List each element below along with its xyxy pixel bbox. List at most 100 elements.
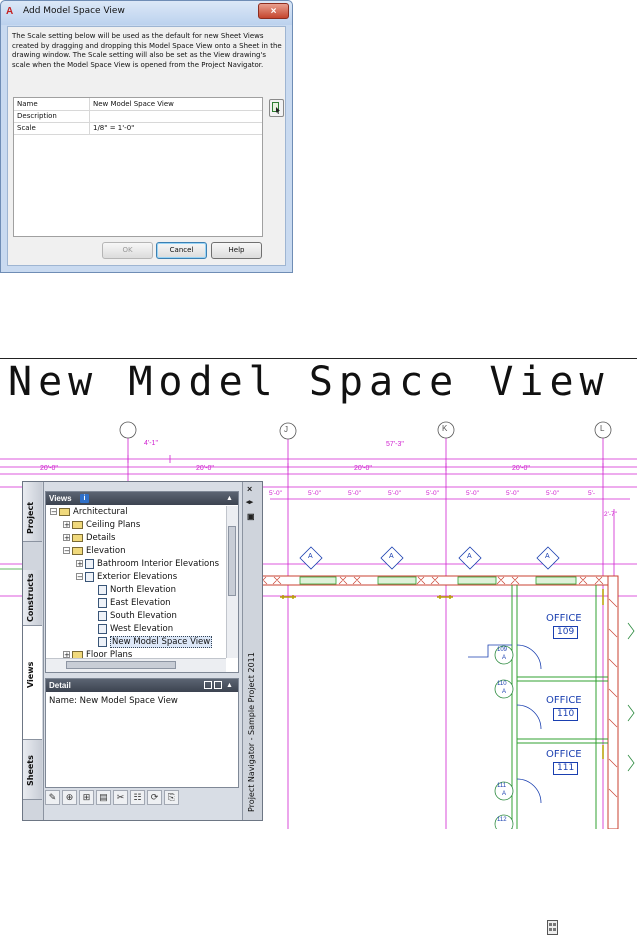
model-view-icon[interactable]: ⊞ [79,790,94,805]
expand-icon[interactable]: + [63,651,70,658]
tab-label: Project [26,501,35,534]
dimension-text: 5'-0" [506,490,519,497]
tree-item[interactable]: − Architectural [50,506,128,519]
project-navigator-palette: Project Constructs Views Sheets Views i … [22,481,263,821]
views-header: Views i ▲ [46,492,238,505]
door-tag-number: 110 [497,681,507,687]
help-button[interactable]: Help [211,242,262,259]
pick-view-icon [547,920,558,935]
tree-item[interactable]: + Details [63,532,115,545]
eraser-icon[interactable]: ✂ [113,790,128,805]
tree-item[interactable]: East Elevation [89,597,171,610]
door-tag-letter: A [502,689,507,695]
scrollbar-thumb[interactable] [66,661,176,669]
cancel-button[interactable]: Cancel [156,242,207,259]
tree-item[interactable]: New Model Space View [89,636,213,649]
refresh-icon[interactable]: ⟳ [147,790,162,805]
room-number: 109 [553,626,579,639]
expand-icon[interactable]: + [63,534,70,542]
autocad-icon: A [6,6,14,17]
dimension-text: 5'-0" [388,490,401,497]
tree-item[interactable]: − Elevation [63,545,125,558]
grid-label-l: L [600,424,605,433]
scale-value-field[interactable]: 1/8" = 1'-0" [93,122,134,134]
dimension-text: 4'-1" [144,440,158,447]
property-label: Scale [17,122,90,134]
tree-item[interactable]: − Exterior Elevations [76,571,177,584]
detail-title: Detail [49,681,71,690]
collapse-icon[interactable]: − [63,547,70,555]
dimension-text: 5'- [588,490,596,497]
expand-icon[interactable]: + [63,521,70,529]
elevation-tag: A [545,553,550,560]
dimension-text: 20'-0" [40,465,58,472]
tree-item-label: Ceiling Plans [86,520,141,530]
detail-preview-icon[interactable] [214,681,222,689]
tree-item[interactable]: North Elevation [89,584,176,597]
door-tag-number: 111 [497,783,507,789]
scrollbar-thumb[interactable] [228,526,236,596]
dimension-text: 20'-0" [512,465,530,472]
detail-name-text: Name: New Model Space View [49,696,178,706]
repath-icon[interactable]: ⎘ [164,790,179,805]
dimension-text: 20'-0" [354,465,372,472]
properties-menu-icon[interactable]: ▣ [247,512,255,521]
tree-item[interactable]: West Elevation [89,623,173,636]
room-number: 111 [553,762,579,775]
tree-item-label: Architectural [73,507,128,517]
tree-item[interactable]: + Ceiling Plans [63,519,140,532]
close-button[interactable]: × [258,3,289,19]
door-tag-number: 109 [497,647,508,653]
expand-icon[interactable]: + [76,560,83,568]
tab-project[interactable]: Project [23,482,42,542]
tree-item[interactable]: + Bathroom Interior Elevations [76,558,219,571]
pick-view-icon [272,102,280,114]
palette-titlebar[interactable]: × ◂▸ ▣ Project Navigator - Sample Projec… [242,482,262,820]
tab-sheets[interactable]: Sheets [23,740,42,800]
elevation-tag: A [467,553,472,560]
close-icon[interactable]: × [247,484,252,494]
clipboard-icon[interactable]: ▤ [96,790,111,805]
views-panel: Views i ▲ − Architectural + Ceiling Plans + D… [45,491,239,673]
detail-view-icon[interactable] [204,681,212,689]
detail-header: Detail ▲ [46,679,238,692]
ok-button[interactable]: OK [102,242,153,259]
room-number: 110 [553,708,579,721]
collapse-up-icon[interactable]: ▲ [226,492,233,505]
dimension-text: 5'-0" [466,490,479,497]
door-tag-letter: A [502,655,507,661]
property-row-scale[interactable]: Scale 1/8" = 1'-0" [14,122,262,135]
property-label: Name [17,98,90,110]
properties-icon[interactable]: ☷ [130,790,145,805]
tab-label: Sheets [26,755,35,786]
info-icon[interactable]: i [80,494,89,503]
auto-hide-icon[interactable]: ◂▸ [246,498,253,506]
dialog-titlebar[interactable]: A Add Model Space View × [1,1,292,25]
dimension-text: 2'-7" [604,511,617,518]
tree-item[interactable]: + Floor Plans [63,649,132,658]
tree-item-label: Exterior Elevations [97,572,178,582]
tree-vertical-scrollbar[interactable] [226,506,238,658]
navigator-tabs: Project Constructs Views Sheets [23,482,44,820]
collapse-up-icon[interactable]: ▲ [226,679,233,692]
tab-views[interactable]: Views [23,626,42,740]
folder-icon [72,650,83,658]
tree-item-label: East Elevation [110,598,171,608]
view-icon [98,636,107,647]
collapse-icon[interactable]: − [76,573,83,581]
tab-label: Views [26,661,35,688]
dimension-text: 5'-0" [546,490,559,497]
room-name: OFFICE [546,749,582,760]
views-title: Views [49,494,72,503]
pick-view-button[interactable] [269,99,284,117]
folder-icon [72,533,83,542]
tab-constructs[interactable]: Constructs [23,570,42,626]
collapse-icon[interactable]: − [50,508,57,516]
tree-item-label: North Elevation [110,585,176,595]
elevation-tag: A [389,553,394,560]
add-view-icon[interactable]: ✎ [45,790,60,805]
tree-horizontal-scrollbar[interactable] [46,658,226,672]
name-value-field[interactable]: New Model Space View [93,98,174,110]
new-view-icon[interactable]: ⊕ [62,790,77,805]
tree-item[interactable]: South Elevation [89,610,177,623]
